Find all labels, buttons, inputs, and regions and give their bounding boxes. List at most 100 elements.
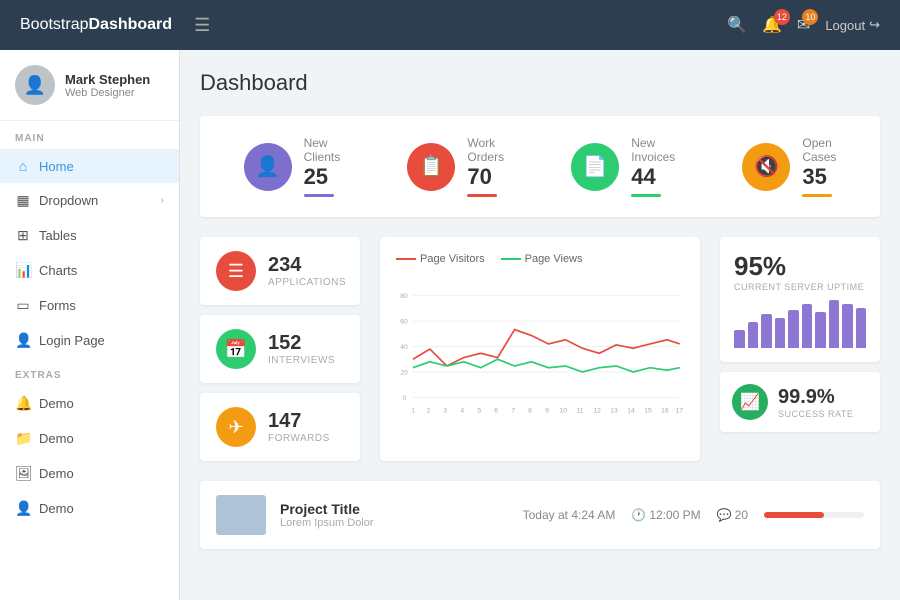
sidebar-label-demo2: Demo bbox=[39, 431, 74, 446]
svg-text:16: 16 bbox=[661, 408, 669, 415]
applications-value: 234 bbox=[268, 254, 346, 277]
svg-text:40: 40 bbox=[400, 344, 408, 351]
legend-views-label: Page Views bbox=[525, 253, 583, 265]
project-card: Project Title Lorem Ipsum Dolor Today at… bbox=[200, 481, 880, 549]
menu-toggle[interactable]: ☰ bbox=[194, 15, 210, 36]
open-cases-underline bbox=[802, 194, 832, 197]
svg-text:12: 12 bbox=[593, 408, 601, 415]
logout-button[interactable]: Logout ↪ bbox=[825, 17, 880, 33]
main-content: Dashboard 👤 NewClients 25 📋 WorkOrders 7… bbox=[180, 50, 900, 600]
bar-1 bbox=[734, 330, 745, 348]
stat-card-work-orders: 📋 WorkOrders 70 bbox=[407, 136, 504, 197]
new-invoices-value: 44 bbox=[631, 164, 675, 190]
sidebar-label-home: Home bbox=[39, 159, 74, 174]
project-subtitle: Lorem Ipsum Dolor bbox=[280, 517, 509, 529]
image-icon: 🖼 bbox=[15, 465, 31, 482]
work-orders-underline bbox=[467, 194, 497, 197]
sidebar-item-charts[interactable]: 📊 Charts bbox=[0, 253, 179, 288]
uptime-bar-chart bbox=[734, 298, 866, 348]
sidebar-item-tables[interactable]: ⊞ Tables bbox=[0, 218, 179, 253]
svg-text:6: 6 bbox=[494, 408, 498, 415]
notification-icon[interactable]: 🔔 12 bbox=[762, 15, 782, 35]
uptime-card: 95% CURRENT SERVER UPTIME bbox=[720, 237, 880, 362]
tables-icon: ⊞ bbox=[15, 227, 31, 244]
svg-text:17: 17 bbox=[676, 408, 684, 415]
project-thumbnail bbox=[216, 495, 266, 535]
sidebar-item-demo4[interactable]: 👤 Demo bbox=[0, 491, 179, 526]
comment-icon: 💬 bbox=[717, 508, 732, 522]
bar-7 bbox=[815, 312, 826, 348]
right-col: 95% CURRENT SERVER UPTIME bbox=[720, 237, 880, 461]
message-badge: 10 bbox=[802, 9, 818, 25]
home-icon: ⌂ bbox=[15, 158, 31, 174]
svg-text:0: 0 bbox=[403, 395, 407, 402]
new-clients-icon: 👤 bbox=[244, 143, 292, 191]
message-icon[interactable]: ✉ 10 bbox=[797, 15, 810, 35]
svg-text:2: 2 bbox=[426, 408, 430, 415]
legend-views: Page Views bbox=[501, 253, 583, 265]
sidebar-item-dropdown[interactable]: ▦ Dropdown › bbox=[0, 183, 179, 218]
sidebar: 👤 Mark Stephen Web Designer MAIN ⌂ Home … bbox=[0, 50, 180, 600]
project-meta: Today at 4:24 AM 🕐 12:00 PM 💬 20 bbox=[523, 508, 864, 522]
project-clock: 🕐 12:00 PM bbox=[631, 508, 700, 522]
sidebar-label-dropdown: Dropdown bbox=[39, 193, 98, 208]
project-progress-wrapper bbox=[764, 512, 864, 518]
extras-section-label: EXTRAS bbox=[0, 358, 179, 386]
new-invoices-underline bbox=[631, 194, 661, 197]
sidebar-item-home[interactable]: ⌂ Home bbox=[0, 149, 179, 183]
legend-visitors: Page Visitors bbox=[396, 253, 485, 265]
sidebar-item-demo3[interactable]: 🖼 Demo bbox=[0, 456, 179, 491]
sidebar-item-login[interactable]: 👤 Login Page bbox=[0, 323, 179, 358]
new-clients-value: 25 bbox=[304, 164, 341, 190]
interviews-value: 152 bbox=[268, 332, 335, 355]
success-pct: 99.9% bbox=[778, 386, 853, 409]
new-clients-underline bbox=[304, 194, 334, 197]
sidebar-label-tables: Tables bbox=[39, 228, 77, 243]
stat-card-new-clients: 👤 NewClients 25 bbox=[244, 136, 341, 197]
sidebar-label-forms: Forms bbox=[39, 298, 76, 313]
project-time: Today at 4:24 AM bbox=[523, 508, 616, 522]
svg-text:1: 1 bbox=[411, 408, 415, 415]
svg-text:20: 20 bbox=[400, 369, 408, 376]
bell-icon: 🔔 bbox=[15, 395, 31, 412]
success-card: 📈 99.9% SUCCESS RATE bbox=[720, 372, 880, 432]
line-chart-card: Page Visitors Page Views 80 bbox=[380, 237, 700, 461]
success-icon: 📈 bbox=[732, 384, 768, 420]
middle-row: ☰ 234 APPLICATIONS 📅 152 INTERVIEWS ✈ bbox=[200, 237, 880, 461]
profile-role: Web Designer bbox=[65, 87, 150, 99]
legend-visitors-label: Page Visitors bbox=[420, 253, 485, 265]
main-section-label: MAIN bbox=[0, 121, 179, 149]
notification-badge: 12 bbox=[774, 9, 790, 25]
bar-8 bbox=[829, 300, 840, 348]
chevron-right-icon: › bbox=[161, 195, 164, 206]
svg-text:8: 8 bbox=[528, 408, 532, 415]
forwards-label: FORWARDS bbox=[268, 433, 330, 444]
mini-card-applications: ☰ 234 APPLICATIONS bbox=[200, 237, 360, 305]
svg-text:7: 7 bbox=[511, 408, 515, 415]
svg-text:14: 14 bbox=[627, 408, 635, 415]
profile-info: Mark Stephen Web Designer bbox=[65, 72, 150, 99]
new-invoices-label: NewInvoices bbox=[631, 136, 675, 164]
interviews-icon: 📅 bbox=[216, 329, 256, 369]
sidebar-item-demo1[interactable]: 🔔 Demo bbox=[0, 386, 179, 421]
sidebar-label-demo1: Demo bbox=[39, 396, 74, 411]
mini-card-interviews: 📅 152 INTERVIEWS bbox=[200, 315, 360, 383]
svg-text:3: 3 bbox=[443, 408, 447, 415]
mini-card-forwards: ✈ 147 FORWARDS bbox=[200, 393, 360, 461]
sidebar-item-forms[interactable]: ▭ Forms bbox=[0, 288, 179, 323]
line-chart-svg: 80 60 40 20 0 1 2 3 4 5 6 bbox=[396, 275, 684, 435]
charts-icon: 📊 bbox=[15, 262, 31, 279]
user-icon: 👤 bbox=[15, 500, 31, 517]
stat-card-new-invoices: 📄 NewInvoices 44 bbox=[571, 136, 675, 197]
mini-cards-col: ☰ 234 APPLICATIONS 📅 152 INTERVIEWS ✈ bbox=[200, 237, 360, 461]
page-title: Dashboard bbox=[200, 70, 880, 96]
forms-icon: ▭ bbox=[15, 297, 31, 314]
bar-9 bbox=[842, 304, 853, 348]
chart-legend: Page Visitors Page Views bbox=[396, 253, 684, 265]
svg-text:80: 80 bbox=[400, 293, 408, 300]
login-icon: 👤 bbox=[15, 332, 31, 349]
sidebar-item-demo2[interactable]: 📁 Demo bbox=[0, 421, 179, 456]
svg-text:15: 15 bbox=[644, 408, 652, 415]
clock-icon: 🕐 bbox=[631, 508, 646, 522]
search-icon[interactable]: 🔍 bbox=[727, 15, 747, 35]
